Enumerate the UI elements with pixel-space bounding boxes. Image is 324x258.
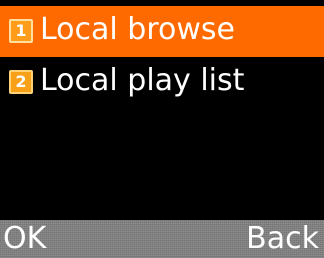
menu-item-label: Local play list xyxy=(40,63,245,98)
menu-number-badge-1: 1 xyxy=(9,19,33,43)
menu-number-badge-2: 2 xyxy=(9,70,33,94)
softkey-bar: OK Back xyxy=(0,220,324,258)
menu-item-local-play-list[interactable]: 2 Local play list xyxy=(0,57,324,108)
menu-item-local-browse[interactable]: 1 Local browse xyxy=(0,6,324,57)
menu-item-label: Local browse xyxy=(40,12,235,47)
phone-screen: 1 Local browse 2 Local play list OK Back xyxy=(0,0,324,258)
back-softkey[interactable]: Back xyxy=(246,221,319,257)
ok-softkey[interactable]: OK xyxy=(3,221,46,257)
